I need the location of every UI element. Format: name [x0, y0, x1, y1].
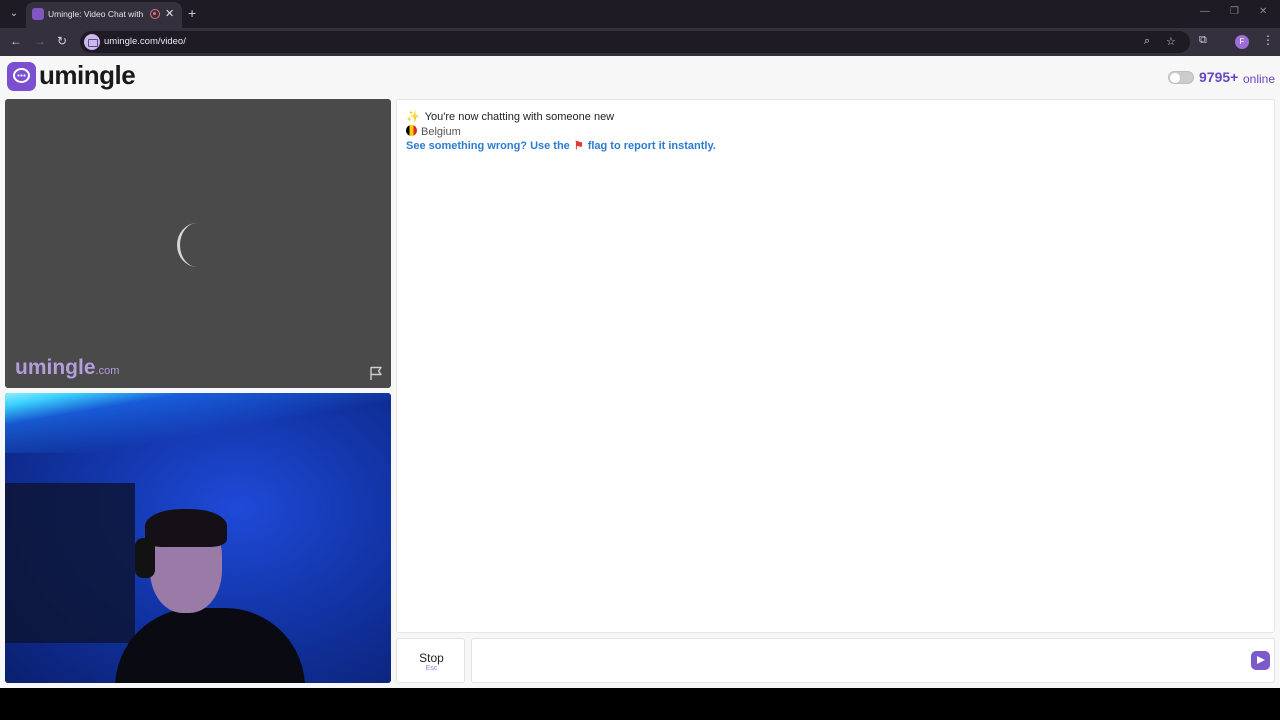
browser-tab-strip: ⌄ Umingle: Video Chat with S ✕ + — ❐ ✕	[0, 0, 1280, 28]
new-tab-icon[interactable]: +	[188, 5, 196, 21]
chat-log: ✨ You're now chatting with someone new Be…	[396, 99, 1275, 633]
message-input[interactable]	[471, 638, 1275, 683]
recording-indicator-icon	[150, 9, 160, 19]
minimize-icon[interactable]: —	[1200, 6, 1210, 17]
country-line: Belgium	[406, 125, 461, 138]
theme-toggle[interactable]	[1168, 71, 1194, 84]
loading-spinner-icon	[177, 223, 217, 267]
window-close-icon[interactable]: ✕	[1259, 6, 1267, 17]
send-icon[interactable]	[1251, 651, 1270, 670]
back-icon[interactable]: ←	[10, 34, 22, 48]
stop-shortcut-hint: Esc	[425, 665, 438, 672]
tab-search-chevron-icon[interactable]: ⌄	[6, 6, 22, 22]
logo-chat-icon[interactable]	[7, 62, 36, 91]
reload-icon[interactable]: ↻	[57, 34, 67, 48]
headset-icon	[135, 538, 155, 578]
stranger-video: umingle.com	[5, 99, 391, 388]
site-info-icon[interactable]	[84, 34, 100, 50]
sparkle-icon: ✨	[406, 111, 420, 123]
bookmark-star-icon[interactable]: ☆	[1166, 35, 1176, 48]
zoom-icon[interactable]: ⌕	[1144, 35, 1150, 48]
stop-label: Stop	[419, 651, 444, 665]
extensions-icon[interactable]: ⧉	[1199, 34, 1207, 47]
tab-close-icon[interactable]: ✕	[165, 7, 174, 20]
browser-toolbar: ← → ↻ umingle.com/video/ ⌕ ☆ ⧉ F ⋮	[0, 28, 1280, 56]
status-message: ✨ You're now chatting with someone new	[406, 111, 615, 123]
belgium-flag-icon	[406, 125, 417, 136]
red-flag-icon: ⚑	[573, 140, 584, 152]
restore-icon[interactable]: ❐	[1230, 6, 1239, 17]
video-watermark-suffix: .com	[95, 365, 120, 377]
browser-menu-icon[interactable]: ⋮	[1262, 33, 1274, 47]
profile-avatar[interactable]: F	[1235, 35, 1249, 49]
tab-favicon-icon	[32, 8, 44, 20]
online-count: 9795+	[1199, 69, 1239, 85]
online-label: online	[1243, 72, 1276, 86]
report-warning: See something wrong? Use the ⚑ flag to rep…	[406, 140, 716, 152]
tab-title: Umingle: Video Chat with S	[48, 9, 144, 19]
report-flag-icon[interactable]	[368, 365, 384, 381]
address-bar[interactable]: umingle.com/video/ ⌕ ☆	[80, 31, 1190, 53]
stop-button[interactable]: Stop Esc	[396, 638, 465, 683]
video-watermark-name: umingle	[15, 356, 96, 379]
browser-tab[interactable]: Umingle: Video Chat with S ✕	[26, 2, 182, 28]
page: umingle 9795+ online umingle.com ✨ You're…	[0, 56, 1280, 688]
video-watermark: umingle.com	[15, 356, 119, 380]
forward-icon[interactable]: →	[34, 34, 46, 48]
self-video	[5, 393, 391, 683]
url-text: umingle.com/video/	[104, 36, 186, 47]
logo-text[interactable]: umingle	[39, 60, 136, 91]
